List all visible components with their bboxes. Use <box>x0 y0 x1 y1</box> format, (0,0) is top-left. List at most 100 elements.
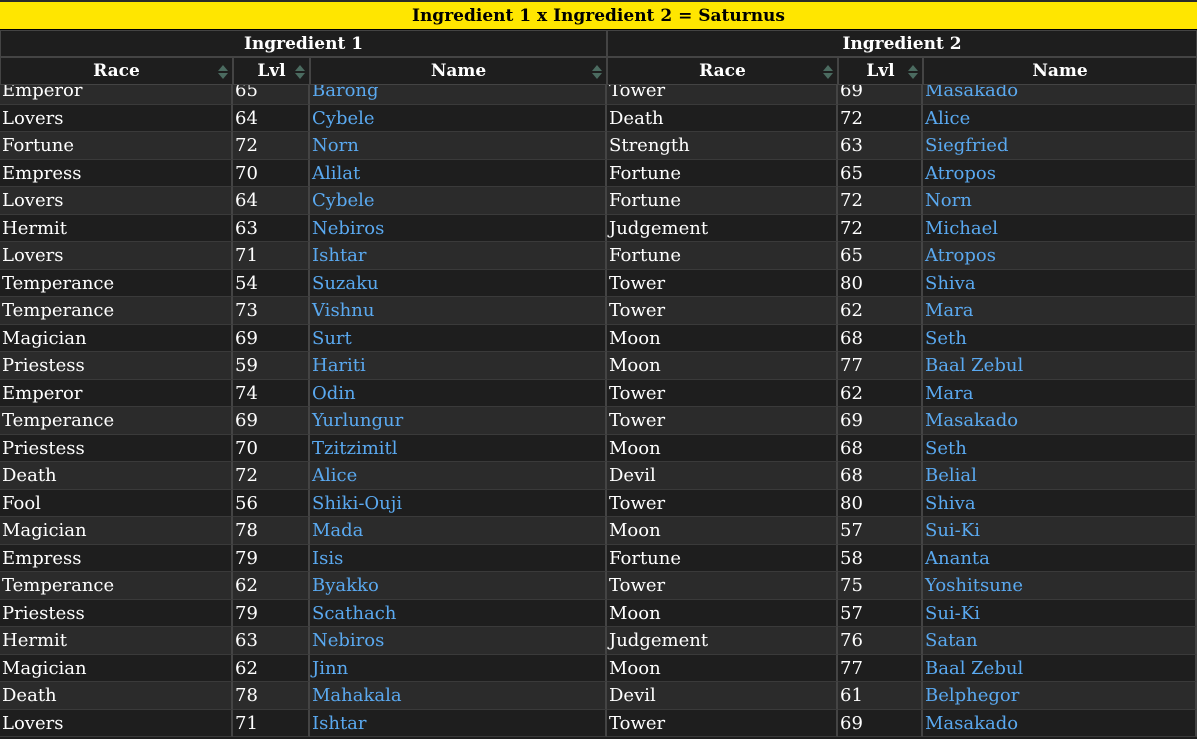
cell-name-1-link[interactable]: Vishnu <box>310 297 607 325</box>
cell-lvl-1: 70 <box>233 434 310 462</box>
column-header-race-1-label: Race <box>93 61 140 81</box>
cell-race-2: Tower <box>607 407 838 435</box>
cell-race-1: Priestess <box>0 352 233 380</box>
cell-name-2-link[interactable]: Mara <box>923 297 1197 325</box>
cell-race-1: Priestess <box>0 599 233 627</box>
cell-name-1-link[interactable]: Norn <box>310 132 607 160</box>
cell-race-1: Temperance <box>0 269 233 297</box>
cell-name-2-link[interactable]: Satan <box>923 627 1197 655</box>
cell-lvl-1: 64 <box>233 187 310 215</box>
column-header-name-2[interactable]: Name <box>923 57 1197 85</box>
table-row: Fool 56 Shiki-Ouji Tower 80 Shiva <box>0 489 1197 517</box>
column-header-lvl-2[interactable]: Lvl <box>838 57 923 85</box>
cell-name-1-link[interactable]: Suzaku <box>310 269 607 297</box>
cell-race-1: Lovers <box>0 709 233 737</box>
cell-lvl-2: 62 <box>838 379 923 407</box>
cell-lvl-2: 80 <box>838 489 923 517</box>
cell-lvl-1: 71 <box>233 709 310 737</box>
cell-lvl-2: 69 <box>838 709 923 737</box>
column-header-name-1[interactable]: Name <box>310 57 607 85</box>
cell-lvl-1: 78 <box>233 517 310 545</box>
cell-name-2-link[interactable]: Michael <box>923 214 1197 242</box>
cell-name-2-link[interactable]: Mara <box>923 379 1197 407</box>
cell-name-1-link[interactable]: Mada <box>310 517 607 545</box>
cell-name-1-link[interactable]: Alilat <box>310 159 607 187</box>
cell-race-1: Emperor <box>0 379 233 407</box>
cell-name-2-link[interactable]: Shiva <box>923 489 1197 517</box>
sort-icon <box>218 64 228 80</box>
table-row: Temperance 54 Suzaku Tower 80 Shiva <box>0 269 1197 297</box>
cell-race-1: Empress <box>0 544 233 572</box>
cell-race-1: Lovers <box>0 187 233 215</box>
cell-name-2-link[interactable]: Belial <box>923 462 1197 490</box>
cell-name-2-link[interactable]: Masakado <box>923 407 1197 435</box>
cell-race-2: Moon <box>607 434 838 462</box>
sort-icon <box>823 64 833 80</box>
table-row: Lovers 71 Ishtar Fortune 65 Atropos <box>0 242 1197 270</box>
cell-race-1: Empress <box>0 159 233 187</box>
cell-lvl-1: 59 <box>233 352 310 380</box>
cell-lvl-2: 65 <box>838 159 923 187</box>
cell-lvl-2: 57 <box>838 599 923 627</box>
cell-name-2-link[interactable]: Ananta <box>923 544 1197 572</box>
column-header-race-1[interactable]: Race <box>0 57 233 85</box>
table-row: Empress 79 Isis Fortune 58 Ananta <box>0 544 1197 572</box>
column-header-race-2[interactable]: Race <box>607 57 838 85</box>
cell-name-2-link[interactable]: Shiva <box>923 269 1197 297</box>
cell-lvl-1: 79 <box>233 599 310 627</box>
cell-name-2-link[interactable]: Siegfried <box>923 132 1197 160</box>
cell-name-1-link[interactable]: Cybele <box>310 187 607 215</box>
cell-lvl-2: 58 <box>838 544 923 572</box>
cell-name-2-link[interactable]: Belphegor <box>923 682 1197 710</box>
cell-race-2: Devil <box>607 682 838 710</box>
cell-name-1-link[interactable]: Ishtar <box>310 709 607 737</box>
cell-race-1: Fortune <box>0 132 233 160</box>
cell-name-1-link[interactable]: Hariti <box>310 352 607 380</box>
cell-name-2-link[interactable]: Alice <box>923 104 1197 132</box>
table-row: Empress 70 Alilat Fortune 65 Atropos <box>0 159 1197 187</box>
cell-name-2-link[interactable]: Sui-Ki <box>923 517 1197 545</box>
cell-name-2-link[interactable]: Seth <box>923 434 1197 462</box>
cell-lvl-1: 74 <box>233 379 310 407</box>
cell-name-2-link[interactable]: Atropos <box>923 242 1197 270</box>
cell-name-1-link[interactable]: Jinn <box>310 654 607 682</box>
column-header-lvl-1[interactable]: Lvl <box>233 57 310 85</box>
cell-name-2-link[interactable]: Masakado <box>923 709 1197 737</box>
cell-name-1-link[interactable]: Nebiros <box>310 214 607 242</box>
cell-name-1-link[interactable]: Odin <box>310 379 607 407</box>
table-row: Temperance 69 Yurlungur Tower 69 Masakado <box>0 407 1197 435</box>
cell-name-1-link[interactable]: Scathach <box>310 599 607 627</box>
cell-lvl-2: 77 <box>838 654 923 682</box>
cell-name-1-link[interactable]: Nebiros <box>310 627 607 655</box>
cell-name-1-link[interactable]: Mahakala <box>310 682 607 710</box>
cell-name-1-link[interactable]: Ishtar <box>310 242 607 270</box>
cell-name-2-link[interactable]: Baal Zebul <box>923 654 1197 682</box>
cell-lvl-2: 68 <box>838 434 923 462</box>
cell-lvl-2: 68 <box>838 462 923 490</box>
cell-race-1: Magician <box>0 324 233 352</box>
cell-lvl-2: 63 <box>838 132 923 160</box>
cell-name-1-link[interactable]: Byakko <box>310 572 607 600</box>
cell-lvl-2: 72 <box>838 187 923 215</box>
cell-name-1-link[interactable]: Yurlungur <box>310 407 607 435</box>
cell-name-1-link[interactable]: Alice <box>310 462 607 490</box>
cell-lvl-1: 71 <box>233 242 310 270</box>
cell-race-2: Fortune <box>607 187 838 215</box>
cell-name-2-link[interactable]: Yoshitsune <box>923 572 1197 600</box>
cell-lvl-2: 75 <box>838 572 923 600</box>
cell-name-2-link[interactable]: Norn <box>923 187 1197 215</box>
cell-name-2-link[interactable]: Sui-Ki <box>923 599 1197 627</box>
cell-lvl-2: 72 <box>838 104 923 132</box>
cell-race-2: Moon <box>607 324 838 352</box>
cell-name-2-link[interactable]: Atropos <box>923 159 1197 187</box>
cell-race-1: Death <box>0 682 233 710</box>
cell-name-1-link[interactable]: Cybele <box>310 104 607 132</box>
cell-name-1-link[interactable]: Surt <box>310 324 607 352</box>
cell-name-2-link[interactable]: Baal Zebul <box>923 352 1197 380</box>
cell-name-2-link[interactable]: Seth <box>923 324 1197 352</box>
cell-name-1-link[interactable]: Shiki-Ouji <box>310 489 607 517</box>
cell-lvl-1: 63 <box>233 214 310 242</box>
cell-lvl-1: 70 <box>233 159 310 187</box>
cell-name-1-link[interactable]: Tzitzimitl <box>310 434 607 462</box>
cell-name-1-link[interactable]: Isis <box>310 544 607 572</box>
